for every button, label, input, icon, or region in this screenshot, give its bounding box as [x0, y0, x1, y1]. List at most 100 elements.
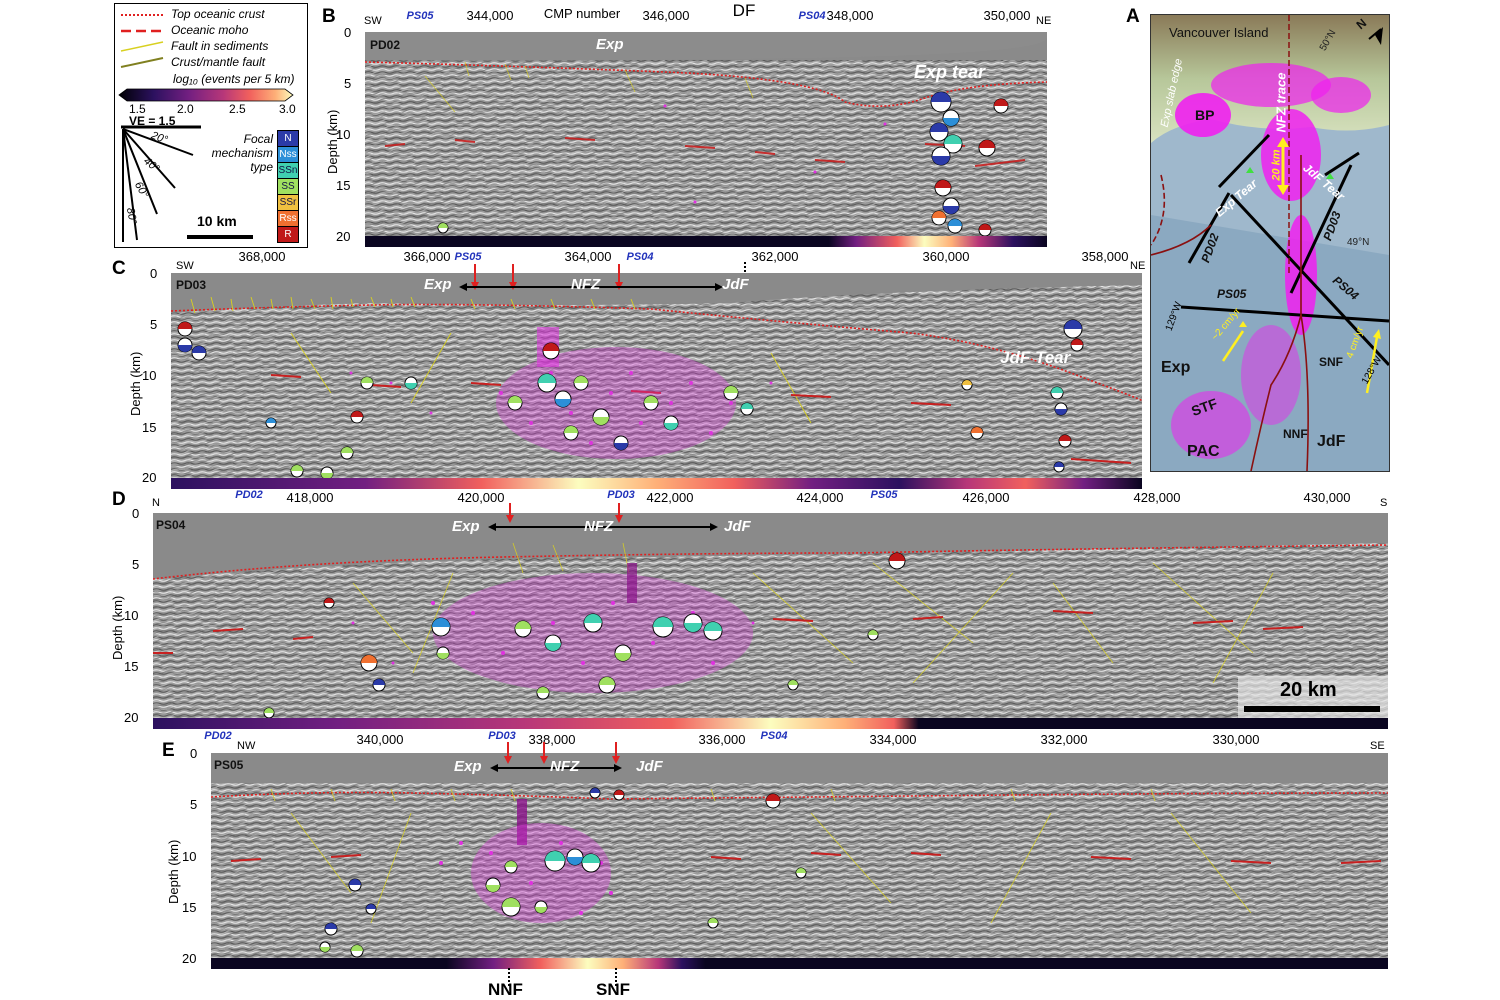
panel-d-depth-10: 10 — [124, 608, 139, 623]
panel-e-depth-0: 0 — [190, 746, 198, 761]
map-label-island: Vancouver Island — [1169, 25, 1269, 40]
panel-d-tick-7: 430,000 — [1303, 490, 1351, 505]
panel-c-label-exp: Exp — [424, 276, 452, 293]
panel-b-section-name: PD02 — [370, 38, 401, 52]
panel-b-crossing-ps05: PS05 — [406, 10, 434, 22]
panel-d-ylabel: Depth (km) — [110, 595, 125, 660]
panel-e-label-snf: SNF — [596, 980, 630, 999]
panel-d-scale-line — [1244, 706, 1380, 712]
focal-type-rss: Rss — [277, 211, 299, 227]
panel-b-dir-left: SW — [364, 15, 382, 27]
panel-d-section-name: PS04 — [156, 518, 186, 532]
panel-e-section-name: PS05 — [214, 758, 244, 772]
focal-title: Focal mechanism type — [211, 132, 273, 174]
panel-a-letter: A — [1126, 6, 1140, 27]
panel-e-seismic-section — [211, 753, 1388, 969]
panel-c-seismic-section — [171, 273, 1142, 489]
focal-type-nss: Nss — [277, 147, 299, 163]
panel-b-label-exp: Exp — [596, 36, 624, 53]
panel-b-depth-15: 15 — [336, 178, 351, 193]
panel-c-depth-5: 5 — [150, 317, 158, 332]
panel-d-depth-0: 0 — [132, 506, 140, 521]
map-label-nnf: NNF — [1283, 427, 1308, 441]
panel-e-depth-15: 15 — [182, 900, 197, 915]
panel-d-nfz-arrows — [488, 503, 718, 531]
panel-d-scale-label: 20 km — [1280, 679, 1337, 701]
panel-c-nfz-arrows — [459, 262, 746, 291]
focal-type-r: R — [277, 227, 299, 243]
map-label-exp: Exp — [1161, 359, 1191, 376]
panel-e-depth-10: 10 — [182, 849, 197, 864]
panel-d-dir-right: S — [1380, 497, 1388, 509]
panel-e-nfz-arrows — [490, 742, 622, 772]
map-label-bp: BP — [1195, 107, 1215, 123]
panel-c-section-name: PD03 — [176, 278, 207, 292]
panel-e-label-nnf: NNF — [488, 980, 523, 999]
legend-top-crust: Top oceanic crust — [171, 7, 265, 21]
map-label-20km: 20 km — [1270, 149, 1283, 181]
panel-b-df: DF — [732, 1, 756, 20]
panel-e-crossing-ps04: PS04 — [760, 730, 788, 742]
panel-b-tick-3: 348,000 — [826, 8, 874, 23]
panel-d-crossing-pd02: PD02 — [235, 489, 263, 501]
panel-d-letter: D — [112, 489, 126, 510]
panel-b-tick-1: 344,000 — [466, 8, 514, 23]
panel-c-label-jdf-tear: JdF Tear — [1000, 348, 1071, 367]
panel-e-depth-5: 5 — [190, 797, 198, 812]
panel-c-depth-0: 0 — [150, 266, 158, 281]
panel-e-label-jdf: JdF — [636, 758, 663, 775]
panel-e-ylabel: Depth (km) — [166, 839, 181, 904]
panel-d-depth-5: 5 — [132, 557, 140, 572]
panel-b-label-exp-tear: Exp tear — [914, 62, 986, 82]
panel-d-label-nfz: NFZ — [584, 518, 614, 535]
map-label-lat49: 49°N — [1347, 237, 1370, 248]
focal-type-n: N — [277, 130, 299, 147]
panel-b-dir-right: NE — [1036, 15, 1052, 27]
focal-type-table: N Nss SSn SS SSr Rss R — [277, 130, 299, 243]
panel-c-label-nfz: NFZ — [571, 276, 601, 293]
colorbar-tick-2: 2.0 — [177, 102, 194, 116]
panel-b-letter: B — [322, 6, 336, 27]
panel-b-depth-20: 20 — [336, 229, 351, 244]
panel-e-label-exp: Exp — [454, 758, 482, 775]
panel-b-depth-0: 0 — [344, 25, 352, 40]
panel-b-depth-10: 10 — [336, 127, 351, 142]
panel-e-tick-1: 340,000 — [356, 732, 404, 747]
map-label-ps05: PS05 — [1217, 287, 1247, 301]
panel-d-label-jdf: JdF — [724, 518, 751, 535]
colorbar-tick-3: 2.5 — [229, 102, 246, 116]
map-label-snf: SNF — [1319, 355, 1343, 369]
panel-c-depth-10: 10 — [142, 368, 157, 383]
panel-c-depth-15: 15 — [142, 420, 157, 435]
focal-type-ssr: SSr — [277, 195, 299, 211]
panel-d-label-exp: Exp — [452, 518, 480, 535]
panel-d-scale-bar: 20 km — [1238, 676, 1388, 718]
panel-e-dir-right: SE — [1370, 740, 1385, 752]
map-label-pac: PAC — [1187, 443, 1220, 460]
legend-moho: Oceanic moho — [171, 23, 249, 37]
panel-e-letter: E — [162, 740, 175, 761]
panel-c-label-jdf: JdF — [722, 276, 749, 293]
panel-b-tick-2: 346,000 — [642, 8, 690, 23]
panel-b-depth-5: 5 — [344, 76, 352, 91]
panel-c-ylabel: Depth (km) — [128, 351, 143, 416]
colorbar-tick-4: 3.0 — [279, 102, 296, 116]
legend-crust-mantle-fault: Crust/mantle fault — [171, 55, 266, 69]
panel-c-depth-20: 20 — [142, 470, 157, 485]
panel-d-tick-6: 428,000 — [1133, 490, 1181, 505]
panel-b-axis-title: CMP number — [543, 6, 621, 21]
panel-e-tick-6: 330,000 — [1212, 732, 1260, 747]
panel-e-depth-20: 20 — [182, 951, 197, 966]
panel-a-map: Vancouver Island BP Exp slab edge NFZ tr… — [1150, 14, 1390, 472]
panel-e-crossing-pd03: PD03 — [488, 730, 516, 742]
colorbar-title: log₁₀ (events per 5 km) — [173, 72, 295, 86]
panel-d-depth-15: 15 — [124, 659, 139, 674]
panel-e-label-nfz: NFZ — [550, 758, 580, 775]
focal-type-ssn: SSn — [277, 163, 299, 179]
panel-d-tick-1: 418,000 — [286, 490, 334, 505]
panel-b-tick-4: 350,000 — [983, 8, 1031, 23]
panel-e-tick-5: 332,000 — [1040, 732, 1088, 747]
panel-e-crossing-pd02: PD02 — [204, 730, 232, 742]
panel-d-depth-20: 20 — [124, 710, 139, 725]
panel-d-dir-left: N — [152, 497, 160, 509]
